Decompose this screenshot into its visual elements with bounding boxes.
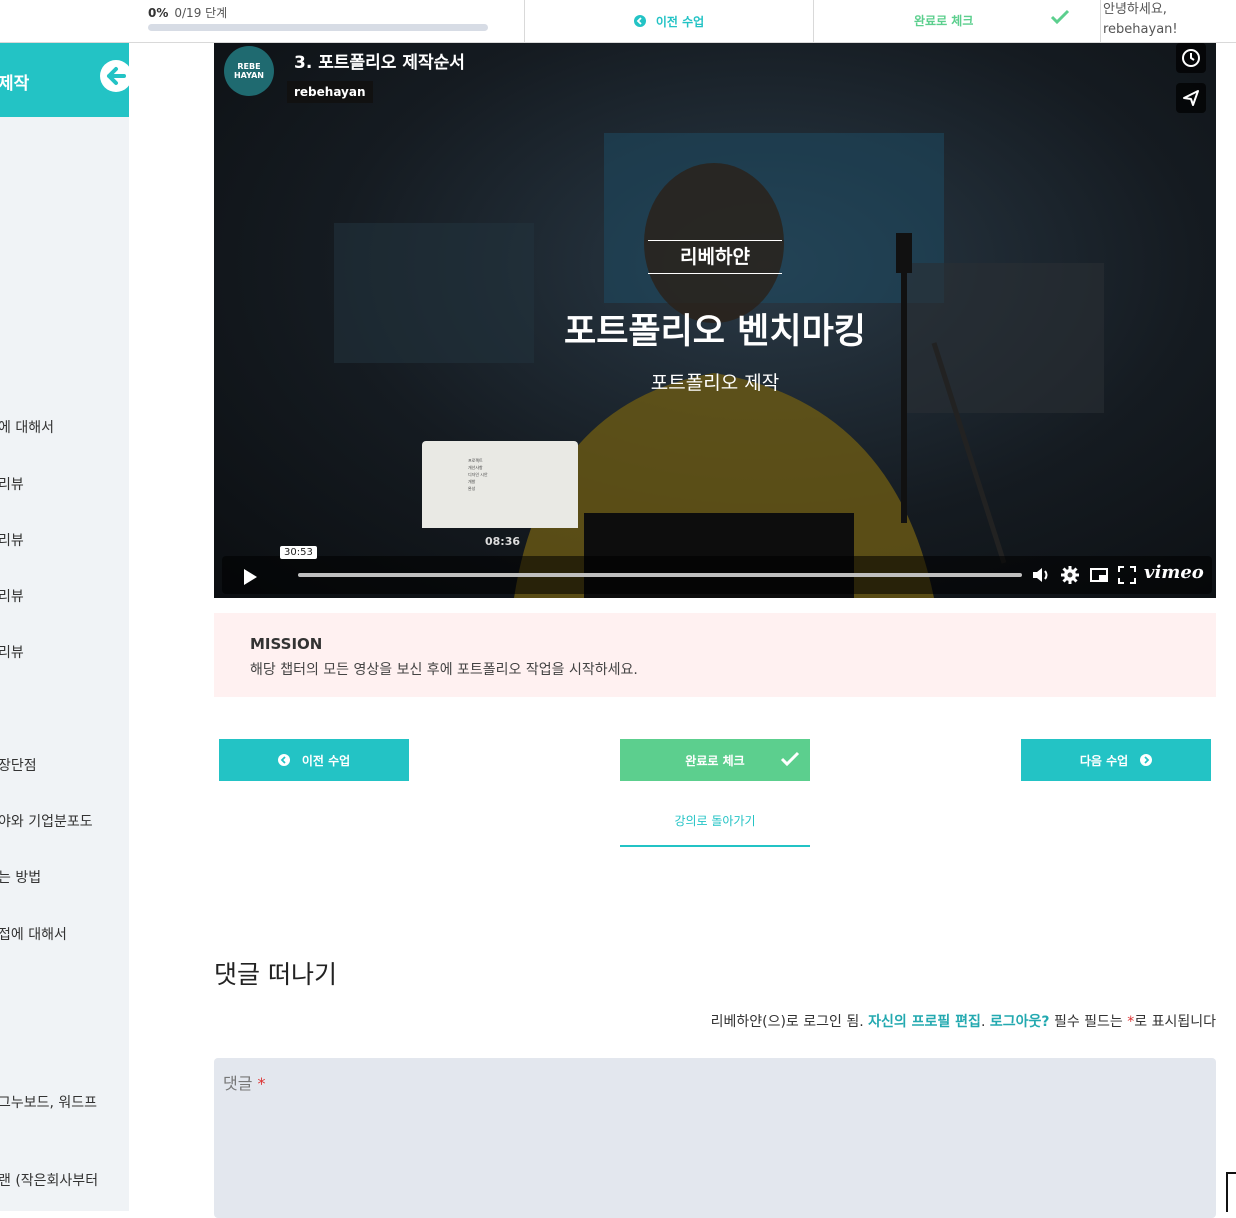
sidebar-lesson-item[interactable]: 그누보드, 워드프 bbox=[0, 1092, 97, 1112]
send-icon bbox=[1183, 90, 1199, 106]
prev-lesson-button[interactable]: 이전 수업 bbox=[219, 739, 409, 781]
arrow-right-circle-icon bbox=[1140, 754, 1153, 766]
picture-in-picture-icon[interactable] bbox=[1088, 564, 1110, 586]
share-button[interactable] bbox=[1176, 83, 1206, 113]
comment-heading: 댓글 떠나기 bbox=[214, 960, 337, 989]
sidebar-lesson-item[interactable]: 에 대해서 bbox=[0, 417, 54, 437]
next-lesson-button[interactable]: 다음 수업 bbox=[1021, 739, 1211, 781]
comment-label-text: 댓글 bbox=[223, 1074, 253, 1093]
progress-text: 0% 0/19 단계 bbox=[148, 4, 488, 21]
vimeo-logo[interactable]: vimeo bbox=[1144, 562, 1204, 583]
comment-textarea[interactable]: 댓글 * bbox=[214, 1058, 1216, 1218]
top-bar: 0% 0/19 단계 이전 수업 완료로 체크 안녕하세요, rebehayan! bbox=[0, 0, 1236, 43]
sidebar-header: 제작 bbox=[0, 43, 129, 117]
mark-complete-label: 완료로 체크 bbox=[685, 753, 745, 768]
thumbnail-text: 프로젝트 개선사항 디자인 시안 개발 완성 bbox=[468, 457, 488, 492]
watch-later-button[interactable] bbox=[1176, 43, 1206, 73]
settings-gear-icon[interactable] bbox=[1059, 564, 1081, 586]
clock-icon bbox=[1182, 49, 1200, 67]
mission-text: 해당 챕터의 모든 영상을 보신 후에 포트폴리오 작업을 시작하세요. bbox=[250, 662, 638, 678]
channel-logo[interactable]: REBE HAYAN bbox=[224, 46, 274, 96]
play-button[interactable] bbox=[222, 560, 278, 592]
channel-logo-line: REBE bbox=[237, 62, 261, 71]
thumbnail-line: 디자인 시안 bbox=[468, 472, 488, 477]
back-to-course-link[interactable]: 강의로 돌아가기 bbox=[620, 812, 810, 847]
video-player[interactable]: REBE HAYAN 3. 포트폴리오 제작순서 rebehayan 리베하얀 포… bbox=[214, 43, 1216, 598]
edit-profile-link[interactable]: 자신의 프로필 편집 bbox=[868, 1014, 981, 1030]
arrow-left-icon bbox=[100, 60, 129, 92]
sidebar-lesson-item[interactable]: 리뷰 bbox=[0, 586, 24, 606]
check-icon bbox=[1050, 9, 1070, 25]
scrub-preview-time: 08:36 bbox=[485, 535, 521, 548]
progress-steps: 0/19 단계 bbox=[174, 6, 228, 20]
current-time-tooltip: 30:53 bbox=[280, 546, 317, 559]
video-title[interactable]: 3. 포트폴리오 제작순서 bbox=[294, 48, 465, 73]
scrub-preview-thumbnail: 프로젝트 개선사항 디자인 시안 개발 완성 bbox=[422, 441, 578, 528]
thumbnail-line: 완성 bbox=[468, 486, 476, 491]
channel-logo-text: REBE HAYAN bbox=[234, 62, 264, 80]
sidebar-lesson-item[interactable]: 리뷰 bbox=[0, 530, 24, 550]
window-edge-marker bbox=[1226, 1172, 1236, 1212]
arrow-left-circle-icon bbox=[633, 15, 646, 27]
lesson-sidebar: 제작 에 대해서 리뷰 리뷰 리뷰 리뷰 장단점 야와 기업분포도 는 방법 접… bbox=[0, 43, 129, 1211]
sidebar-lesson-item[interactable]: 리뷰 bbox=[0, 474, 24, 494]
progress-percent: 0% bbox=[148, 6, 169, 20]
comment-required-star: * bbox=[257, 1074, 266, 1093]
top-mark-complete-button[interactable]: 완료로 체크 bbox=[814, 0, 1101, 42]
mark-complete-button[interactable]: 완료로 체크 bbox=[620, 739, 810, 781]
top-prev-lesson-label: 이전 수업 bbox=[655, 14, 705, 29]
volume-icon[interactable] bbox=[1030, 564, 1052, 586]
thumbnail-line: 개발 bbox=[468, 479, 476, 484]
arrow-left-circle-icon bbox=[277, 754, 290, 766]
logged-in-text: 리베하얀(으)로 로그인 됨. bbox=[710, 1014, 864, 1030]
slide-subtitle: 포트폴리오 제작 bbox=[650, 372, 780, 394]
next-lesson-label: 다음 수업 bbox=[1079, 753, 1129, 768]
progress-bar bbox=[148, 24, 488, 31]
fullscreen-icon[interactable] bbox=[1116, 564, 1138, 586]
required-prefix: 필수 필드는 bbox=[1053, 1014, 1123, 1030]
top-mark-complete-label: 완료로 체크 bbox=[914, 14, 974, 28]
sidebar-lesson-item[interactable]: 리뷰 bbox=[0, 642, 24, 662]
sidebar-lesson-item[interactable]: 랜 (작은회사부터 bbox=[0, 1170, 98, 1190]
video-channel-name[interactable]: rebehayan bbox=[287, 81, 373, 103]
user-greeting[interactable]: 안녕하세요, rebehayan! bbox=[1103, 0, 1178, 40]
sidebar-lesson-item[interactable]: 는 방법 bbox=[0, 867, 41, 887]
prev-lesson-label: 이전 수업 bbox=[301, 753, 351, 768]
comment-label: 댓글 * bbox=[223, 1070, 266, 1094]
top-prev-lesson-button[interactable]: 이전 수업 bbox=[524, 0, 814, 42]
thumbnail-line: 프로젝트 bbox=[468, 458, 483, 463]
greeting-line: 안녕하세요, bbox=[1103, 2, 1167, 17]
logged-in-notice: 리베하얀(으)로 로그인 됨. 자신의 프로필 편집. 로그아웃? 필수 필드는… bbox=[711, 1011, 1216, 1031]
sidebar-course-title: 제작 bbox=[0, 74, 30, 94]
logout-link[interactable]: 로그아웃? bbox=[990, 1014, 1050, 1030]
channel-logo-line: HAYAN bbox=[233, 71, 265, 80]
play-icon bbox=[244, 569, 257, 585]
course-progress: 0% 0/19 단계 bbox=[148, 4, 488, 34]
sidebar-lesson-item[interactable]: 장단점 bbox=[0, 755, 37, 775]
player-controls bbox=[222, 556, 1212, 594]
mission-title: MISSION bbox=[250, 635, 323, 653]
required-suffix: 로 표시됩니다 bbox=[1134, 1014, 1216, 1030]
slide-title: 포트폴리오 벤치마킹 bbox=[564, 312, 866, 352]
sidebar-collapse-button[interactable] bbox=[98, 58, 129, 102]
sidebar-lesson-item[interactable]: 접에 대해서 bbox=[0, 924, 67, 944]
mission-box: MISSION 해당 챕터의 모든 영상을 보신 후에 포트폴리오 작업을 시작… bbox=[214, 613, 1216, 697]
period-text: . bbox=[980, 1014, 986, 1030]
seek-bar[interactable] bbox=[298, 573, 1022, 577]
check-icon bbox=[780, 751, 800, 767]
thumbnail-line: 개선사항 bbox=[468, 465, 483, 470]
greeting-username: rebehayan! bbox=[1103, 22, 1178, 37]
slide-brand: 리베하얀 bbox=[648, 240, 782, 274]
sidebar-lesson-item[interactable]: 야와 기업분포도 bbox=[0, 811, 93, 831]
